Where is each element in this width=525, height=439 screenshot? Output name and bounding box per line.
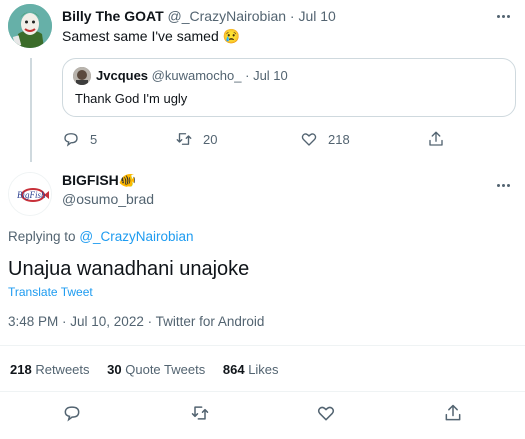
parent-like-count: 218: [328, 131, 350, 147]
parent-date[interactable]: Jul 10: [298, 8, 335, 24]
retweets-stat[interactable]: 218 Retweets: [10, 362, 93, 377]
retweet-icon: [176, 133, 192, 145]
main-retweet-button[interactable]: [190, 403, 210, 428]
parent-handle[interactable]: @_CrazyNairobian: [168, 8, 286, 24]
share-icon: [429, 131, 443, 146]
quoted-display-name: Jvcques: [96, 68, 149, 83]
stats-bottom-divider: [0, 391, 525, 392]
quoted-avatar-image: [73, 67, 91, 85]
reply-icon: [64, 133, 78, 147]
retweets-count: 218: [10, 362, 32, 377]
parent-tweet-text: Samest same I've samed 😢: [62, 28, 240, 45]
parent-avatar[interactable]: [8, 4, 52, 48]
main-display-name-row: BIGFISH🐠: [62, 172, 136, 189]
reply-icon: [64, 406, 80, 422]
main-handle[interactable]: @osumo_brad: [62, 191, 154, 207]
parent-share-button[interactable]: [427, 130, 445, 148]
parent-reply-count: 5: [90, 131, 98, 147]
replying-to: Replying to @_CrazyNairobian: [8, 229, 194, 244]
main-reply-button[interactable]: [62, 403, 82, 428]
quoted-handle: @kuwamocho_: [151, 68, 242, 83]
parent-separator: ·: [289, 8, 295, 24]
main-like-button[interactable]: [316, 403, 336, 428]
parent-reply-button[interactable]: 5: [62, 130, 97, 148]
avatar-logo-text: BigFish: [17, 190, 46, 200]
quoted-separator: ·: [245, 68, 250, 83]
quoted-header: Jvcques @kuwamocho_ · Jul 10: [96, 68, 288, 83]
engagement-stats: 218 Retweets 30 Quote Tweets 864 Likes: [10, 362, 279, 377]
thread-line: [30, 58, 32, 162]
quotes-label: Quote Tweets: [125, 362, 206, 377]
quoted-date: Jul 10: [253, 68, 288, 83]
main-timestamp[interactable]: 3:48 PM · Jul 10, 2022 · Twitter for And…: [8, 314, 264, 329]
replying-to-label: Replying to: [8, 229, 76, 244]
share-icon: [445, 404, 461, 421]
main-name-emoji: 🐠: [118, 172, 137, 188]
main-display-name[interactable]: BIGFISH: [62, 172, 119, 188]
retweet-icon: [191, 406, 209, 420]
main-share-button[interactable]: [443, 403, 463, 428]
translate-tweet-link[interactable]: Translate Tweet: [8, 285, 93, 299]
like-icon: [317, 406, 335, 421]
quoted-avatar: [73, 67, 91, 85]
parent-tweet-header: Billy The GOAT @_CrazyNairobian · Jul 10: [62, 8, 336, 24]
parent-emoji: 😢: [222, 28, 241, 44]
retweets-label: Retweets: [35, 362, 90, 377]
quotes-stat[interactable]: 30 Quote Tweets: [107, 362, 209, 377]
replying-to-handle[interactable]: @_CrazyNairobian: [79, 229, 193, 244]
quoted-tweet-card[interactable]: Jvcques @kuwamocho_ · Jul 10 Thank God I…: [62, 58, 516, 117]
likes-count: 864: [222, 362, 245, 377]
main-avatar[interactable]: BigFish: [8, 172, 52, 216]
main-tweet-text: Unajua wanadhani unajoke: [8, 258, 250, 280]
parent-retweet-button[interactable]: 20: [175, 130, 217, 148]
likes-label: Likes: [248, 362, 279, 377]
stats-top-divider: [0, 345, 525, 346]
main-more-icon[interactable]: [497, 184, 510, 187]
parent-retweet-count: 20: [203, 131, 218, 147]
bigfish-logo-image: BigFish: [9, 173, 51, 215]
parent-display-name[interactable]: Billy The GOAT: [62, 8, 164, 24]
parent-like-button[interactable]: 218: [300, 130, 350, 148]
like-icon: [301, 133, 317, 146]
parent-text: Samest same I've samed: [62, 28, 219, 44]
likes-stat[interactable]: 864 Likes: [223, 362, 279, 377]
parent-more-icon[interactable]: [497, 15, 510, 18]
joker-avatar-image: [8, 4, 52, 48]
quotes-count: 30: [107, 362, 122, 377]
quoted-text: Thank God I'm ugly: [75, 91, 188, 106]
